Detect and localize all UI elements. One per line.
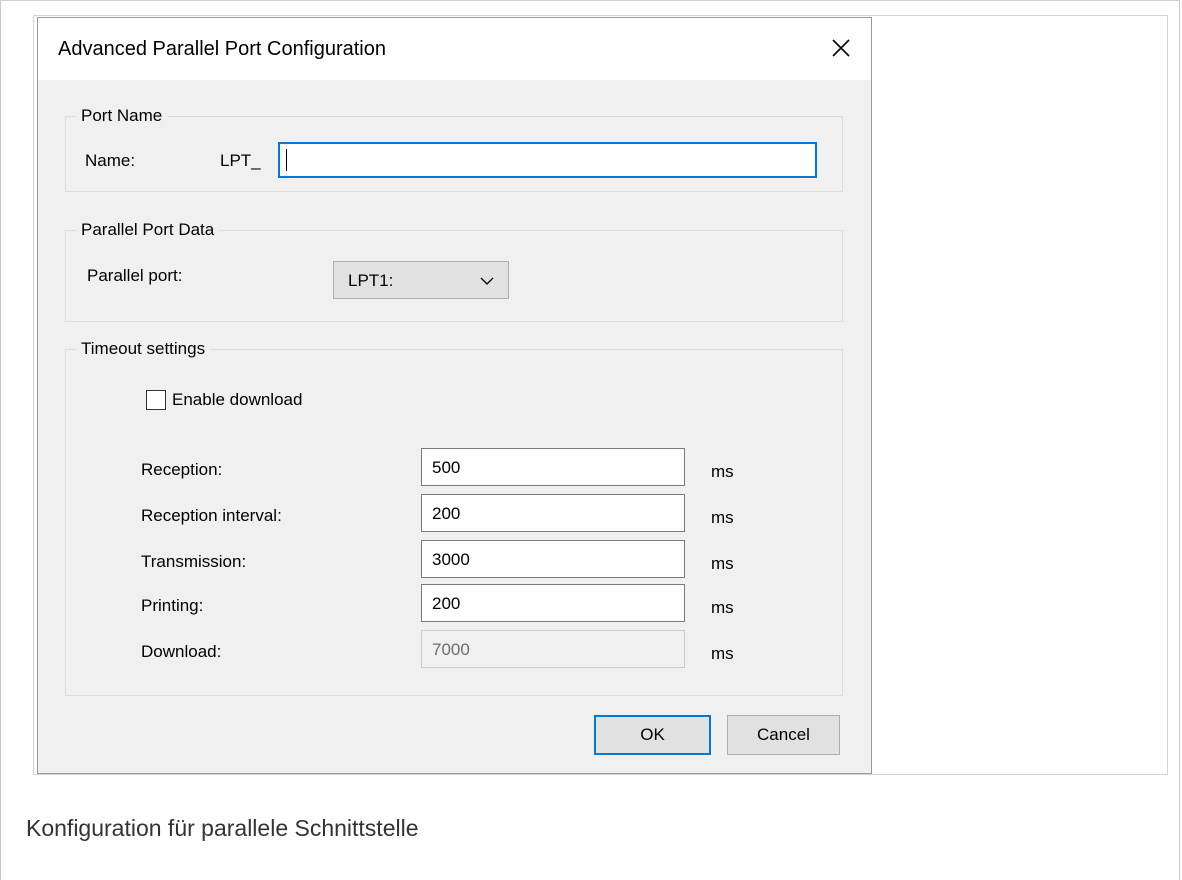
download-label: Download: (141, 642, 222, 661)
reception-input[interactable]: 500 (421, 448, 685, 486)
lpt-prefix-label: LPT_ (220, 151, 261, 170)
transmission-value: 3000 (432, 550, 470, 569)
reception-label: Reception: (141, 460, 223, 479)
parallel-port-label: Parallel port: (87, 266, 183, 285)
parallel-port-data-group: Parallel Port Data Parallel port: LPT1: (65, 220, 843, 322)
name-label: Name: (85, 151, 136, 170)
close-button[interactable] (823, 30, 859, 66)
enable-download-option[interactable]: Enable download (146, 389, 366, 413)
ok-button[interactable]: OK (594, 715, 711, 755)
reception-unit: ms (711, 462, 734, 481)
port-name-group: Port Name Name: LPT_ (65, 106, 843, 192)
transmission-unit: ms (711, 554, 734, 573)
cancel-button[interactable]: Cancel (727, 715, 840, 755)
reception-interval-value: 200 (432, 504, 461, 523)
download-value: 7000 (432, 640, 470, 659)
chevron-down-icon (480, 277, 494, 285)
printing-unit: ms (711, 598, 734, 617)
enable-download-label: Enable download (172, 390, 303, 409)
reception-interval-unit: ms (711, 508, 734, 527)
enable-download-checkbox[interactable] (146, 390, 166, 410)
reception-interval-input[interactable]: 200 (421, 494, 685, 532)
printing-input[interactable]: 200 (421, 584, 685, 622)
text-caret (286, 149, 287, 171)
close-icon (832, 39, 850, 57)
reception-value: 500 (432, 458, 461, 477)
figure-caption: Konfiguration für parallele Schnittstell… (26, 815, 419, 841)
parallel-port-dropdown[interactable]: LPT1: (333, 261, 509, 299)
transmission-input[interactable]: 3000 (421, 540, 685, 578)
printing-value: 200 (432, 594, 461, 613)
dialog-title: Advanced Parallel Port Configuration (58, 38, 386, 60)
advanced-parallel-port-dialog: Advanced Parallel Port Configuration Por… (37, 17, 872, 774)
download-unit: ms (711, 644, 734, 663)
download-input: 7000 (421, 630, 685, 668)
timeout-settings-group: Timeout settings Enable download Recepti… (65, 339, 843, 696)
parallel-port-selected: LPT1: (348, 271, 394, 290)
printing-label: Printing: (141, 596, 204, 615)
title-bar: Advanced Parallel Port Configuration (38, 18, 871, 80)
port-name-input[interactable] (278, 142, 817, 178)
reception-interval-label: Reception interval: (141, 506, 282, 525)
port-name-group-label: Port Name (76, 106, 168, 126)
parallel-port-data-group-label: Parallel Port Data (76, 220, 220, 240)
transmission-label: Transmission: (141, 552, 247, 571)
timeout-settings-group-label: Timeout settings (76, 339, 211, 359)
